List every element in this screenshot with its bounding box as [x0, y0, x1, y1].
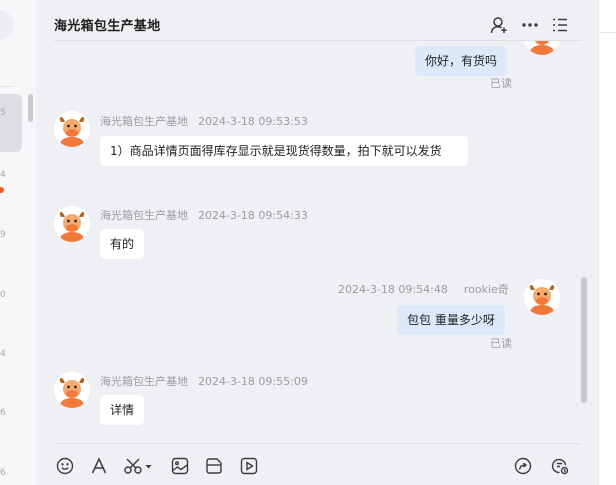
message-time: 2024-3-18 09:55:09 — [198, 375, 308, 388]
read-receipt: 已读 — [490, 77, 512, 90]
message-bubble[interactable]: 有的 — [100, 229, 145, 259]
message-bubble[interactable]: 详情 — [100, 395, 145, 425]
conversation-item-count: 4 — [0, 349, 6, 359]
sender-name: 海光箱包生产基地 — [100, 375, 188, 388]
avatar[interactable] — [524, 279, 560, 315]
conversation-search-fragment[interactable] — [0, 10, 14, 40]
avatar[interactable] — [54, 372, 90, 408]
conversation-list-strip: 5 4 9 0 4 6 6 — [0, 0, 36, 485]
chat-header: 海光箱包生产基地 — [36, 0, 598, 41]
add-user-icon[interactable] — [488, 14, 510, 36]
message-meta: 海光箱包生产基地 2024-3-18 09:54:33 — [100, 207, 308, 223]
avatar[interactable] — [524, 41, 560, 55]
toolbar-divider — [54, 443, 581, 444]
list-icon[interactable] — [549, 14, 571, 36]
unread-dot — [0, 187, 4, 193]
conversation-item-count: 6 — [0, 408, 6, 418]
avatar[interactable] — [54, 111, 90, 147]
avatar[interactable] — [54, 206, 90, 242]
conversation-item-active[interactable] — [0, 94, 22, 152]
file-icon[interactable] — [203, 455, 225, 477]
sender-name: 海光箱包生产基地 — [100, 209, 188, 222]
message-time: 2024-3-18 09:54:33 — [198, 209, 308, 222]
chat-title: 海光箱包生产基地 — [54, 19, 161, 34]
history-icon[interactable] — [549, 455, 571, 477]
conversation-item-count: 5 — [0, 108, 6, 118]
message-time: 2024-3-18 09:54:48 — [338, 283, 448, 296]
image-icon[interactable] — [169, 455, 191, 477]
message-meta: 海光箱包生产基地 2024-3-18 09:53:53 — [100, 113, 308, 129]
message-meta: 海光箱包生产基地 2024-3-18 09:55:09 — [100, 373, 308, 389]
read-receipt: 已读 — [490, 337, 512, 350]
conversation-item-count: 9 — [0, 230, 6, 240]
side-panel-edge — [598, 0, 616, 485]
message-bubble[interactable]: 包包 重量多少呀 — [397, 305, 505, 335]
side-panel-divider — [598, 32, 616, 33]
conversation-item-count: 0 — [0, 290, 6, 300]
share-icon[interactable] — [512, 455, 534, 477]
video-icon[interactable] — [238, 455, 260, 477]
sender-name: rookie奇 — [463, 283, 509, 296]
message-scrollbar[interactable] — [581, 277, 587, 403]
sender-name: 海光箱包生产基地 — [100, 115, 188, 128]
emoji-icon[interactable] — [54, 455, 76, 477]
font-icon[interactable] — [88, 455, 110, 477]
conversation-item-count: 4 — [0, 170, 6, 180]
screenshot-icon[interactable] — [122, 455, 154, 477]
message-bubble[interactable]: 你好，有货吗 — [415, 46, 508, 76]
message-bubble[interactable]: 1）商品详情页面得库存显示就是现货得数量，拍下就可以发货 — [100, 136, 468, 166]
message-meta: 2024-3-18 09:54:48 rookie奇 — [338, 281, 509, 297]
conversation-list-divider — [0, 86, 14, 87]
more-icon[interactable] — [519, 14, 541, 36]
message-time: 2024-3-18 09:53:53 — [198, 115, 308, 128]
message-list[interactable]: 你好，有货吗 已读 海光箱包生产基地 2024-3-18 09:53:53 1）商… — [36, 41, 598, 443]
conversation-list-scrollbar[interactable] — [28, 94, 33, 122]
conversation-item-count: 6 — [0, 468, 6, 478]
